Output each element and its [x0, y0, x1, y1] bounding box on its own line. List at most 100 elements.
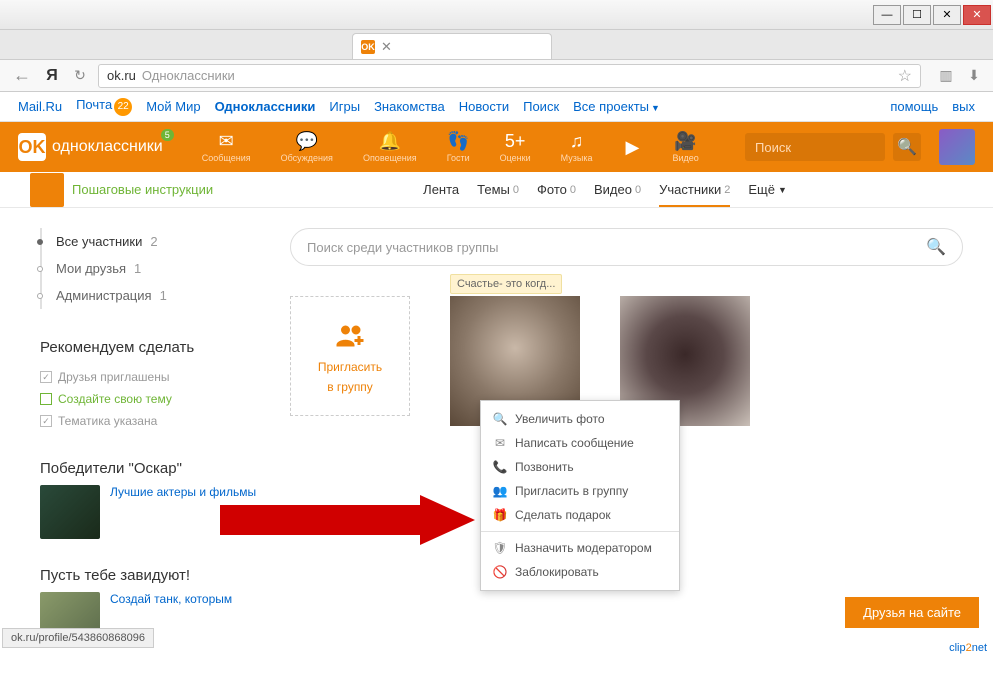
rec-create-topic[interactable]: Создайте свою тему [40, 388, 260, 410]
rec-friends-invited[interactable]: ✓Друзья приглашены [40, 366, 260, 388]
separator [481, 531, 679, 532]
tab-photos[interactable]: Фото0 [537, 182, 576, 197]
ok-header: OK одноклассники 5 ✉Сообщения 💬Обсуждени… [0, 122, 993, 172]
group-instructions[interactable]: Пошаговые инструкции [72, 182, 213, 197]
minimize-button[interactable]: — [873, 5, 901, 25]
mailru-nav: Mail.Ru Почта22 Мой Мир Одноклассники Иг… [0, 92, 993, 122]
sidebar: Все участники 2 Мои друзья 1 Администрац… [0, 208, 260, 676]
music-nav[interactable]: ♫ Музыка [561, 131, 593, 163]
invite-line1: Пригласить [318, 360, 382, 374]
members-search-input[interactable]: Поиск среди участников группы 🔍 [290, 228, 963, 266]
maximize-button[interactable]: ☐ [903, 5, 931, 25]
invite-line2: в группу [327, 380, 373, 394]
nav-label: Оценки [500, 153, 531, 163]
guests-nav[interactable]: 👣Гости [447, 131, 470, 163]
search-placeholder: Поиск среди участников группы [307, 240, 499, 255]
play-nav[interactable]: ▶ [622, 137, 642, 157]
ctx-invite-group[interactable]: 👥Пригласить в группу [481, 479, 679, 503]
exit-link[interactable]: вых [952, 99, 975, 114]
friends-on-site-button[interactable]: Друзья на сайте [845, 597, 979, 628]
notifications-nav[interactable]: 🔔Оповещения [363, 131, 417, 163]
browser-tab[interactable]: OK ✕ [352, 33, 552, 59]
filter-my-friends[interactable]: Мои друзья 1 [42, 255, 260, 282]
url-title: Одноклассники [142, 68, 235, 83]
block-icon: 🚫 [493, 565, 507, 579]
address-bar[interactable]: ok.ru Одноклассники ☆ [98, 64, 921, 88]
ratings-nav[interactable]: 5+Оценки [500, 131, 531, 163]
ctx-block[interactable]: 🚫Заблокировать [481, 560, 679, 584]
check-icon: ✓ [40, 371, 52, 383]
envelope-icon: ✉ [493, 436, 507, 450]
nav-label: Видео [672, 153, 698, 163]
invite-to-group-card[interactable]: Пригласить в группу [290, 296, 410, 416]
mail-link[interactable]: Почта22 [76, 97, 132, 116]
news-link[interactable]: Новости [459, 99, 509, 114]
ok-logo[interactable]: OK одноклассники 5 [18, 133, 182, 161]
ctx-write-message[interactable]: ✉Написать сообщение [481, 431, 679, 455]
tab-more[interactable]: Ещё▼ [748, 182, 787, 197]
checkbox-icon [40, 393, 52, 405]
phone-icon: 📞 [493, 460, 507, 474]
magnifier-icon: 🔍 [897, 137, 917, 157]
extension-icon[interactable]: ▥ [937, 67, 955, 85]
ctx-make-moderator[interactable]: 🛡Назначить модератором [481, 536, 679, 560]
video-nav[interactable]: 🎥 Видео [672, 131, 698, 163]
bell-icon: 🔔 [380, 131, 400, 151]
ok-search-input[interactable]: Поиск [745, 133, 885, 161]
yandex-logo[interactable]: Я [42, 66, 62, 86]
chat-icon: 💬 [297, 131, 317, 151]
member-context-menu: 🔍Увеличить фото ✉Написать сообщение 📞Поз… [480, 400, 680, 591]
browser-status-bar: ok.ru/profile/543860868096 [2, 628, 154, 648]
back-arrow-icon[interactable]: ← [10, 64, 34, 88]
play-icon: ▶ [622, 137, 642, 157]
check-icon: ✓ [40, 415, 52, 427]
window-chrome: — ☐ ✕ ✕ [0, 0, 993, 30]
shield-icon: 🛡 [493, 541, 507, 555]
tab-feed[interactable]: Лента [423, 182, 459, 197]
bookmark-star-icon[interactable]: ☆ [898, 66, 912, 86]
ok-link[interactable]: Одноклассники [215, 99, 316, 114]
search-button[interactable]: 🔍 [893, 133, 921, 161]
ctx-call[interactable]: 📞Позвонить [481, 455, 679, 479]
rec-theme-set[interactable]: ✓Тематика указана [40, 410, 260, 432]
discussions-nav[interactable]: 💬Обсуждения [281, 131, 333, 163]
nav-label: Музыка [561, 153, 593, 163]
notification-badge: 5 [161, 129, 174, 141]
video-icon: 🎥 [676, 131, 696, 151]
ok-favicon: OK [361, 40, 375, 54]
group-avatar[interactable] [30, 173, 64, 207]
tab-videos[interactable]: Видео0 [594, 182, 641, 197]
filter-all-members[interactable]: Все участники 2 [42, 228, 260, 255]
window-button[interactable]: ✕ [933, 5, 961, 25]
group-add-icon [332, 318, 368, 354]
tab-topics[interactable]: Темы0 [477, 182, 519, 197]
messages-nav[interactable]: ✉Сообщения [202, 131, 251, 163]
close-button[interactable]: ✕ [963, 5, 991, 25]
dating-link[interactable]: Знакомства [374, 99, 445, 114]
magnifier-icon: 🔍 [493, 412, 507, 426]
search-link[interactable]: Поиск [523, 99, 559, 114]
help-link[interactable]: помощь [890, 99, 938, 114]
music-icon: ♫ [567, 131, 587, 151]
ctx-zoom-photo[interactable]: 🔍Увеличить фото [481, 407, 679, 431]
tab-close-icon[interactable]: ✕ [381, 39, 392, 55]
user-avatar[interactable] [939, 129, 975, 165]
member-status: Счастье- это когд... [450, 274, 562, 294]
games-link[interactable]: Игры [329, 99, 360, 114]
filter-list: Все участники 2 Мои друзья 1 Администрац… [40, 228, 260, 309]
ok-logo-icon: OK [18, 133, 46, 161]
allprojects-link[interactable]: Все проекты▼ [573, 99, 660, 114]
mymir-link[interactable]: Мой Мир [146, 99, 200, 114]
magnifier-icon[interactable]: 🔍 [926, 237, 946, 257]
group-secondary-nav: Пошаговые инструкции Лента Темы0 Фото0 В… [0, 172, 993, 208]
group-icon: 👥 [493, 484, 507, 498]
nav-label: Сообщения [202, 153, 251, 163]
url-domain: ok.ru [107, 68, 136, 83]
ctx-send-gift[interactable]: 🎁Сделать подарок [481, 503, 679, 527]
promo-image [40, 485, 100, 539]
mailru-link[interactable]: Mail.Ru [18, 99, 62, 114]
filter-admins[interactable]: Администрация 1 [42, 282, 260, 309]
reload-icon[interactable]: ↻ [70, 66, 90, 86]
tab-members[interactable]: Участники2 [659, 182, 730, 207]
download-icon[interactable]: ⬇ [965, 67, 983, 85]
